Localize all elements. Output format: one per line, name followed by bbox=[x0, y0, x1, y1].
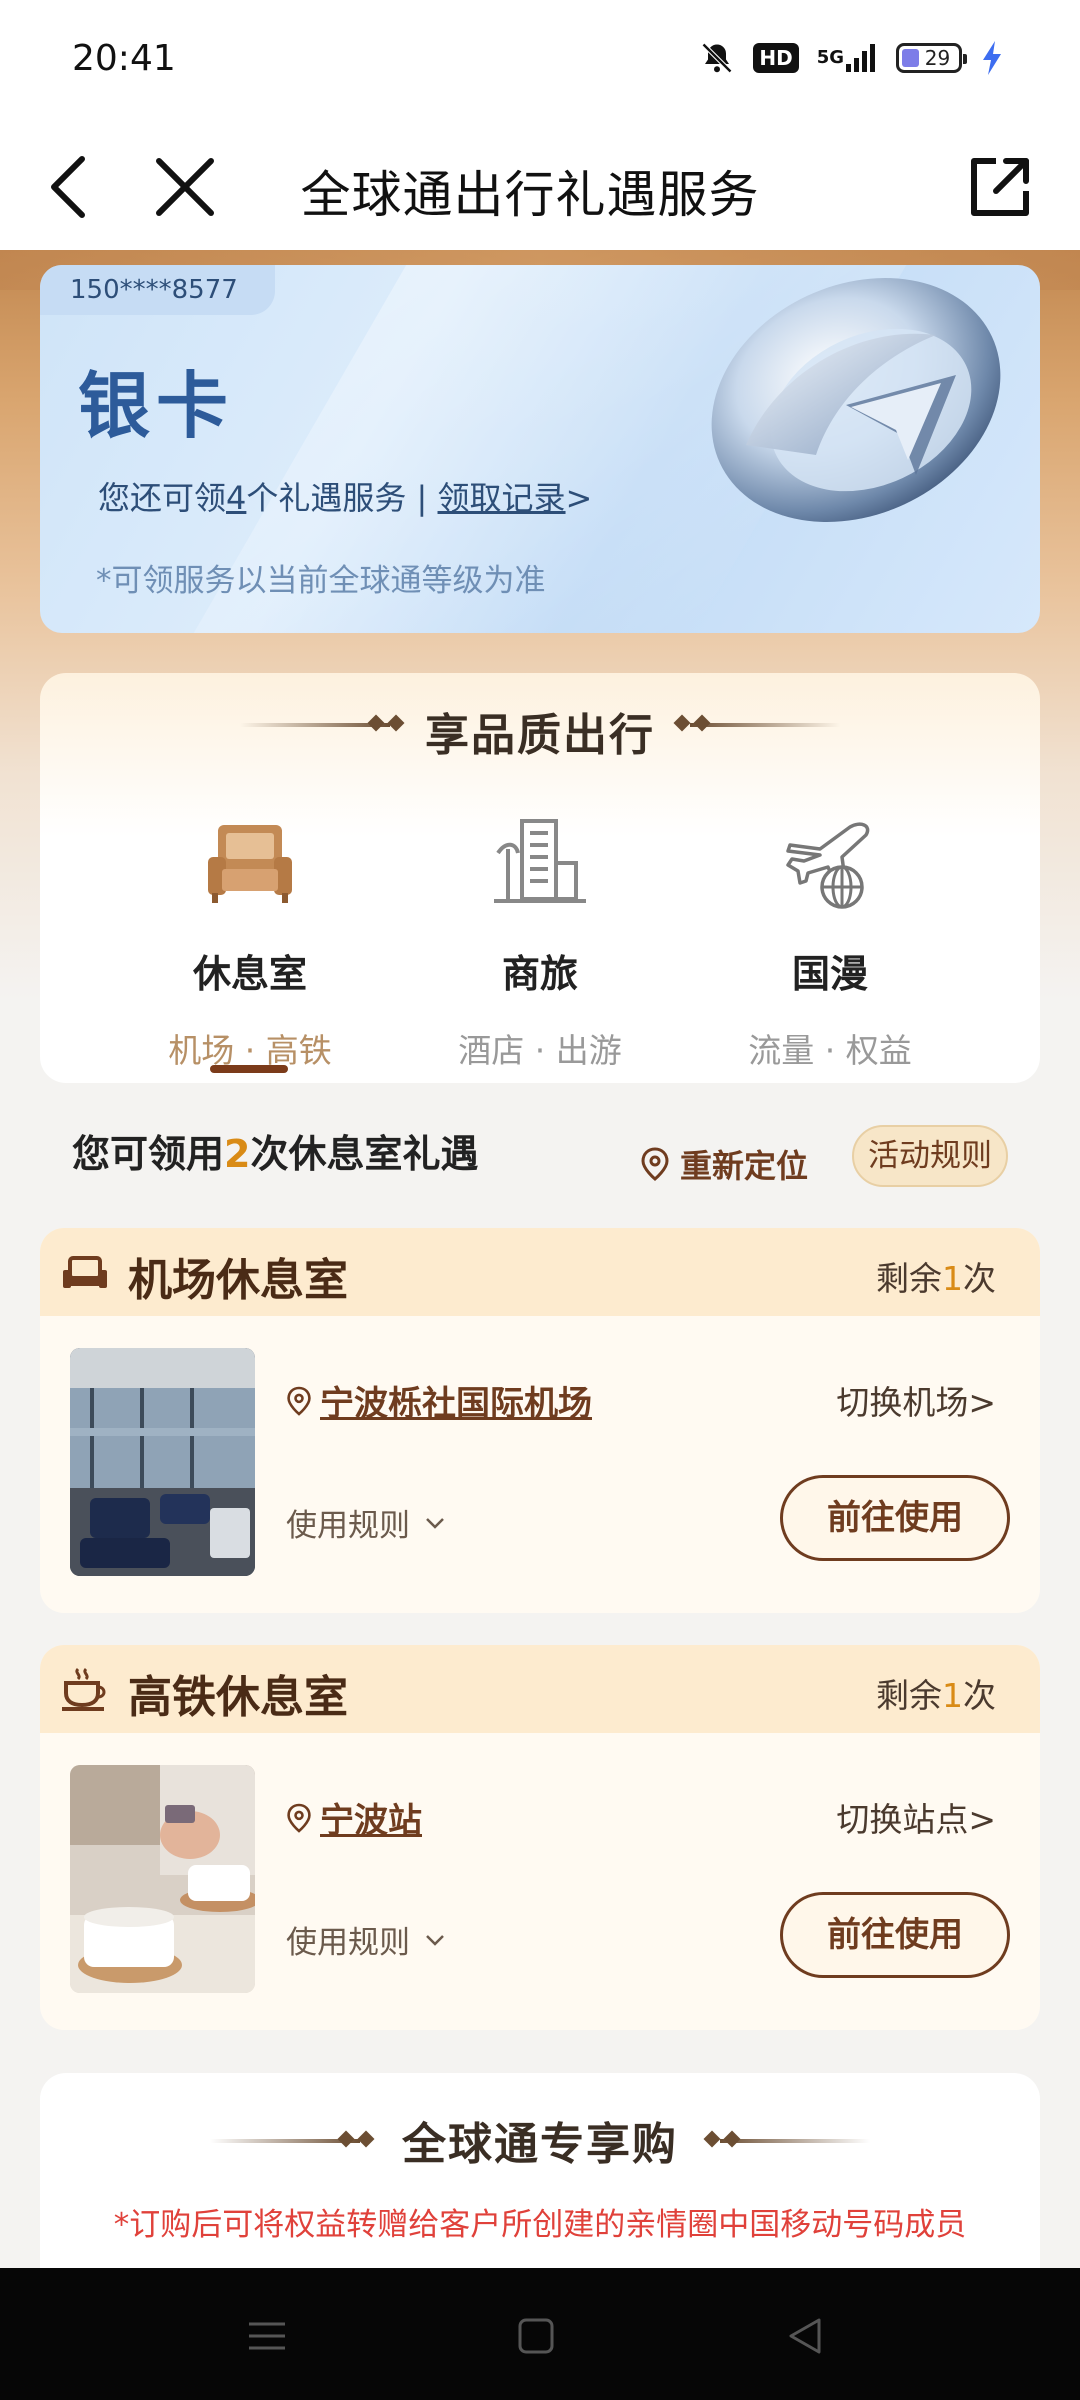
remaining-count: 剩余1次 bbox=[876, 1252, 996, 1300]
remaining-benefits: 您还可领4个礼遇服务 | 领取记录> bbox=[98, 473, 592, 519]
sofa-icon bbox=[208, 825, 292, 903]
remain-suffix: 次 bbox=[963, 1676, 996, 1715]
share-icon[interactable] bbox=[960, 147, 1040, 227]
status-icons: HD 5G 29 bbox=[699, 40, 1004, 76]
title-decoration-right bbox=[720, 2139, 870, 2143]
station-location-link[interactable]: 宁波站 bbox=[286, 1793, 422, 1842]
switch-station-link[interactable]: 切换站点> bbox=[836, 1793, 996, 1841]
go-use-button[interactable]: 前往使用 bbox=[780, 1475, 1010, 1561]
status-time: 20:41 bbox=[72, 38, 176, 79]
record-arrow: > bbox=[565, 479, 593, 517]
phone-number: 150****8577 bbox=[40, 265, 275, 315]
remain-prefix: 剩余 bbox=[876, 1259, 942, 1298]
go-use-button[interactable]: 前往使用 bbox=[780, 1892, 1010, 1978]
page-title: 全球通出行礼遇服务 bbox=[300, 166, 760, 224]
lounge-title: 机场休息室 bbox=[128, 1255, 348, 1306]
category-label: 国漫 bbox=[791, 952, 868, 996]
title-decoration-right bbox=[690, 723, 840, 727]
coffee-icon bbox=[62, 1667, 106, 1711]
remain-suffix: 次 bbox=[963, 1259, 996, 1298]
switch-airport-link[interactable]: 切换机场> bbox=[836, 1376, 996, 1424]
home-icon[interactable] bbox=[506, 2306, 566, 2366]
hd-icon: HD bbox=[753, 43, 799, 73]
claim-count: 2 bbox=[224, 1132, 251, 1176]
relocate-label: 重新定位 bbox=[680, 1147, 809, 1185]
status-bar: 20:41 HD 5G 29 bbox=[0, 0, 1080, 125]
claim-row: 您可领用2次休息室礼遇 重新定位 活动规则 bbox=[40, 1105, 1040, 1205]
location-pin-icon bbox=[287, 1386, 311, 1416]
remain-number: 1 bbox=[942, 1676, 963, 1715]
remain-prefix: 剩余 bbox=[876, 1676, 942, 1715]
lounge-header: 高铁休息室 剩余1次 bbox=[40, 1645, 1040, 1733]
category-sub: 酒店 · 出游 bbox=[458, 1031, 622, 1070]
benefit-count: 4 bbox=[226, 479, 247, 517]
system-navigation-bar bbox=[0, 2268, 1080, 2400]
category-sub: 流量 · 权益 bbox=[748, 1031, 912, 1070]
usage-rules-label: 使用规则 bbox=[286, 1925, 410, 1961]
location-pin-icon bbox=[641, 1147, 669, 1181]
category-label: 商旅 bbox=[501, 952, 578, 996]
category-lounge[interactable]: 休息室 机场 · 高铁 bbox=[105, 813, 395, 1072]
usage-rules-label: 使用规则 bbox=[286, 1508, 410, 1544]
location-pin-icon bbox=[287, 1803, 311, 1833]
lounge-header: 机场休息室 剩余1次 bbox=[40, 1228, 1040, 1316]
lounge-title: 高铁休息室 bbox=[128, 1672, 348, 1723]
global-pass-logo bbox=[686, 265, 1016, 545]
usage-rules-toggle[interactable]: 使用规则 bbox=[286, 1500, 446, 1545]
charging-icon bbox=[980, 40, 1004, 76]
rail-lounge-card: 高铁休息室 剩余1次 宁波站 切换站点> 使用规则 前往使用 bbox=[40, 1645, 1040, 2030]
location-name: 宁波站 bbox=[320, 1801, 422, 1841]
airport-location-link[interactable]: 宁波栎社国际机场 bbox=[286, 1376, 592, 1425]
chevron-down-icon bbox=[426, 1934, 444, 1946]
category-business-travel[interactable]: 商旅 酒店 · 出游 bbox=[395, 813, 685, 1072]
plane-globe-icon bbox=[786, 822, 870, 909]
battery-level: 29 bbox=[924, 46, 951, 70]
menu-icon[interactable] bbox=[237, 2306, 297, 2366]
activity-rules-button[interactable]: 活动规则 bbox=[852, 1125, 1008, 1187]
chevron-down-icon bbox=[426, 1517, 444, 1529]
battery-icon: 29 bbox=[896, 43, 967, 73]
quality-travel-section: 享品质出行 休息室 机场 · 高铁 商旅 酒店 · 出游 国漫 流量 · 权益 bbox=[40, 673, 1040, 1083]
member-level: 银卡 bbox=[78, 364, 235, 448]
sofa-icon bbox=[63, 1256, 107, 1288]
usage-rules-toggle[interactable]: 使用规则 bbox=[286, 1917, 446, 1962]
bell-muted-icon bbox=[699, 40, 735, 76]
airport-lounge-photo bbox=[70, 1348, 255, 1576]
transfer-note: *订购后可将权益转赠给客户所创建的亲情圈中国移动号码成员 bbox=[113, 2207, 967, 2243]
back-nav-icon[interactable] bbox=[775, 2306, 835, 2366]
network-type: 5G bbox=[816, 47, 844, 68]
claim-record-link[interactable]: 领取记录 bbox=[438, 479, 566, 517]
card-note: *可领服务以当前全球通等级为准 bbox=[96, 563, 546, 599]
airport-lounge-card: 机场休息室 剩余1次 宁波栎社国际机场 切换机场> 使用规则 前往使用 bbox=[40, 1228, 1040, 1613]
active-tab-indicator bbox=[210, 1065, 288, 1073]
relocate-button[interactable]: 重新定位 bbox=[640, 1141, 808, 1187]
building-icon bbox=[494, 819, 586, 903]
category-label: 休息室 bbox=[192, 952, 307, 996]
remaining-count: 剩余1次 bbox=[876, 1669, 996, 1717]
claim-summary: 您可领用2次休息室礼遇 bbox=[72, 1123, 478, 1178]
nav-bar: 全球通出行礼遇服务 bbox=[0, 125, 1080, 250]
member-card: 150****8577 银卡 您还可领4个礼遇服务 | 领取记录> *可领服务以… bbox=[40, 265, 1040, 633]
section-title: 全球通专享购 bbox=[402, 2119, 678, 2170]
location-name: 宁波栎社国际机场 bbox=[320, 1384, 592, 1424]
rail-lounge-photo bbox=[70, 1765, 255, 1993]
category-roaming[interactable]: 国漫 流量 · 权益 bbox=[685, 813, 975, 1072]
5g-signal-icon: 5G bbox=[817, 42, 878, 74]
claim-suffix: 次休息室礼遇 bbox=[250, 1132, 479, 1176]
info-suffix: 个礼遇服务 | bbox=[246, 479, 438, 517]
info-prefix: 您还可领 bbox=[98, 479, 227, 517]
remain-number: 1 bbox=[942, 1259, 963, 1298]
section-title: 享品质出行 bbox=[425, 710, 655, 761]
claim-prefix: 您可领用 bbox=[72, 1132, 225, 1176]
